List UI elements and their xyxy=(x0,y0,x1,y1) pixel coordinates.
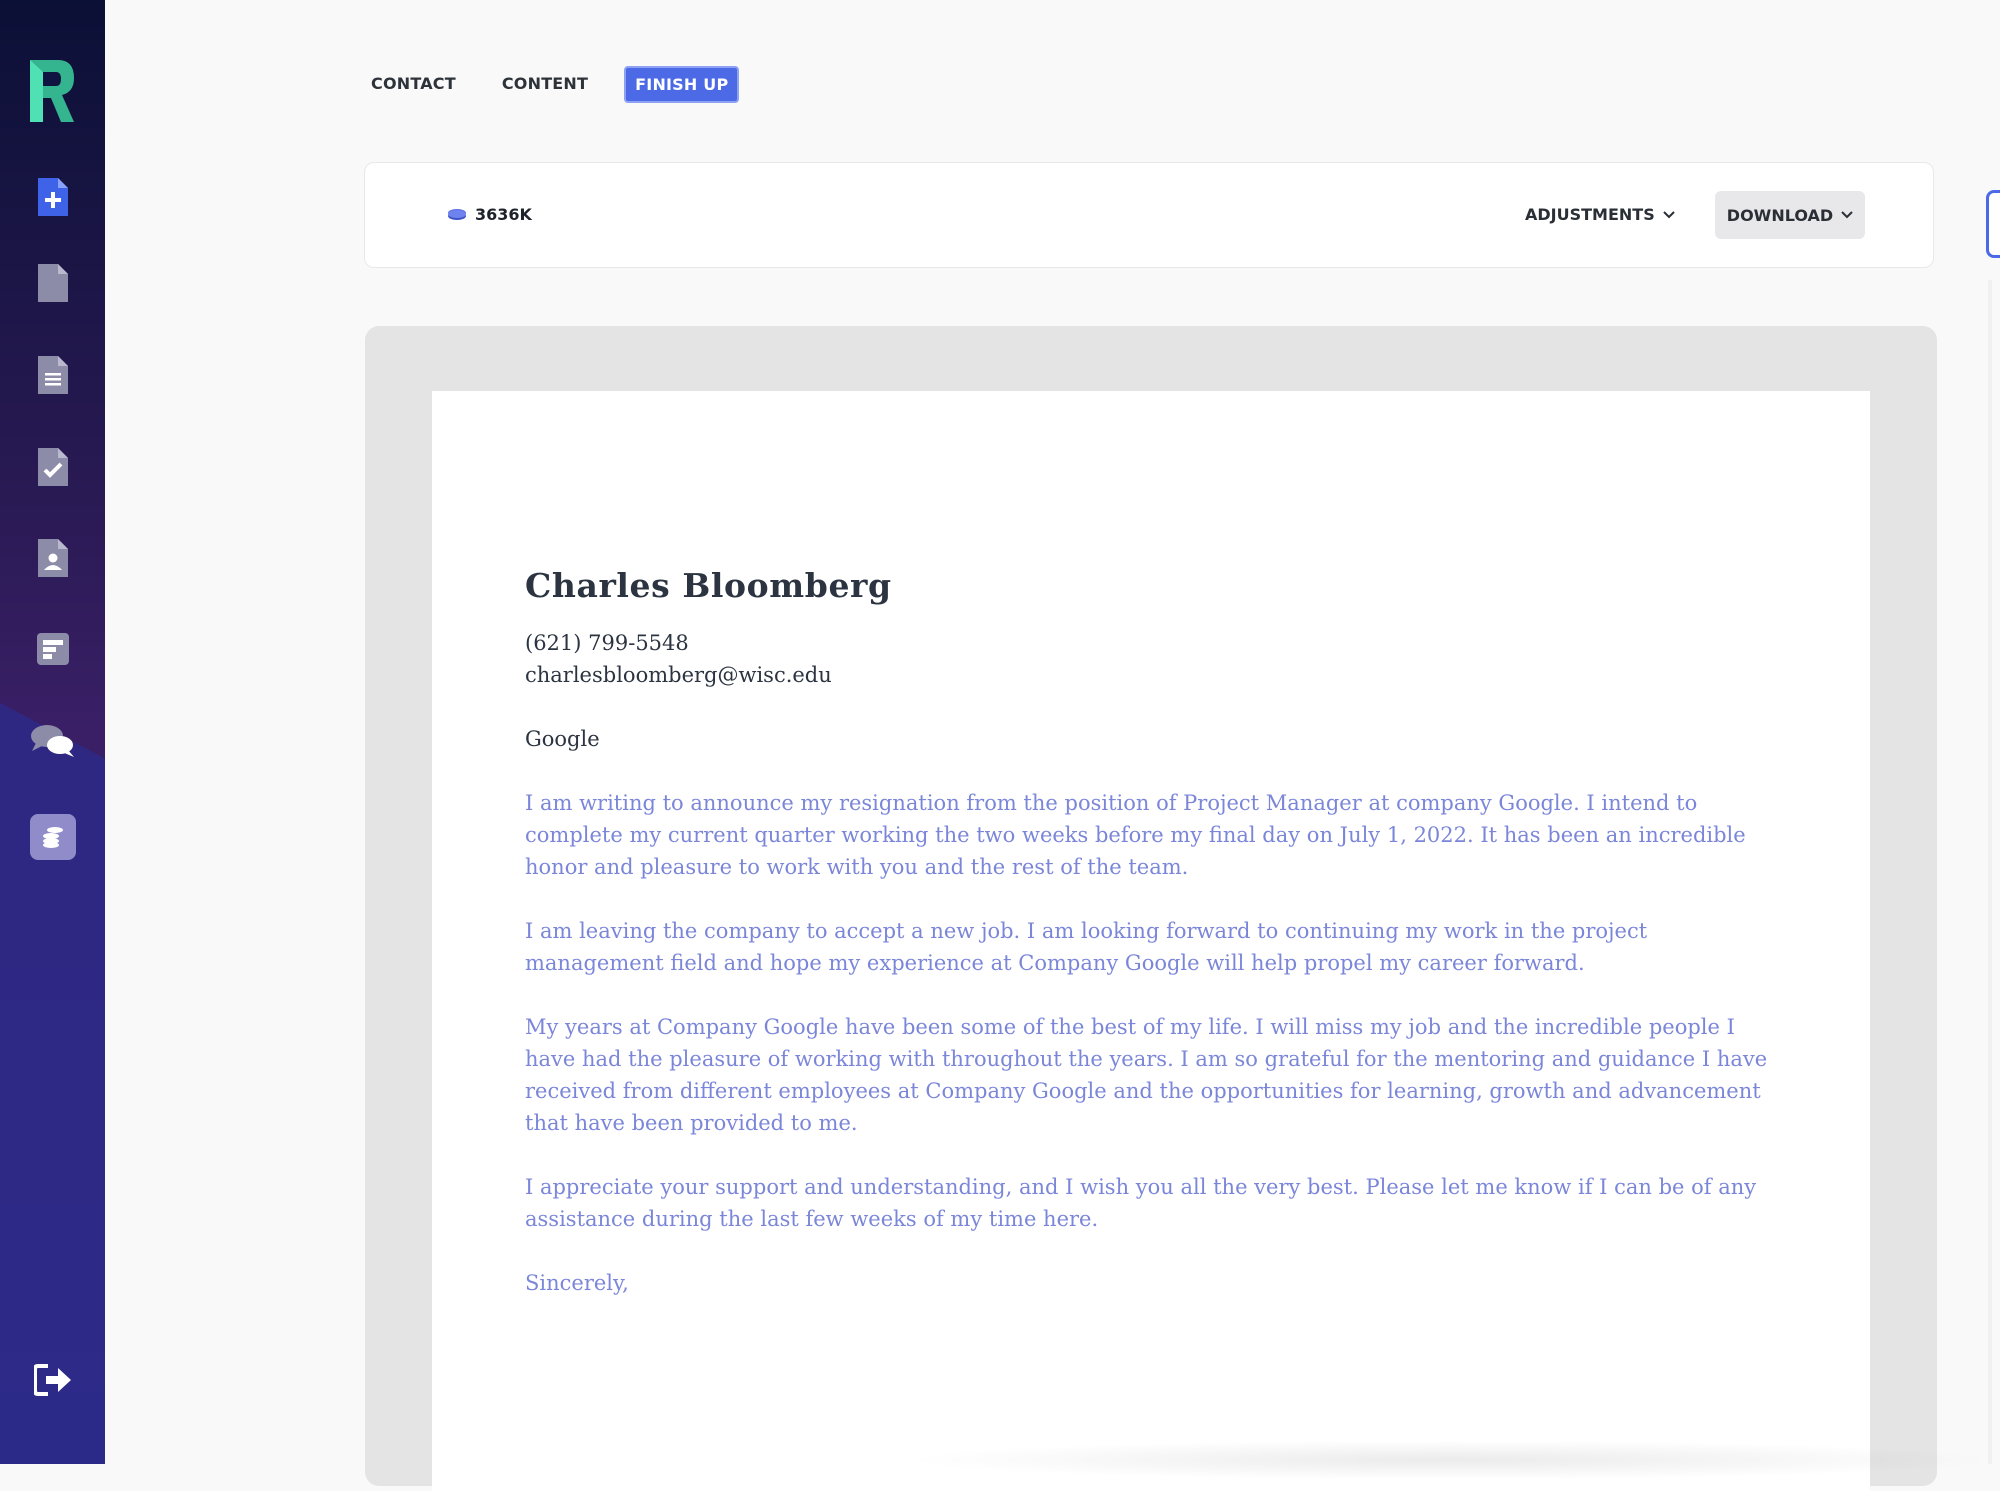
download-label: DOWNLOAD xyxy=(1726,205,1834,225)
document-check-icon[interactable] xyxy=(30,444,76,490)
sign-out-icon[interactable] xyxy=(30,1357,76,1403)
letter-paragraph[interactable]: I am writing to announce my resignation … xyxy=(525,787,1785,883)
tab-finish-up[interactable]: FINISH UP xyxy=(624,66,740,103)
credits-value: 3636K xyxy=(475,205,532,224)
adjustments-dropdown[interactable]: ADJUSTMENTS xyxy=(1525,205,1675,224)
letter-paragraph[interactable]: I appreciate your support and understand… xyxy=(525,1171,1785,1235)
chat-bubbles-icon[interactable] xyxy=(30,718,76,764)
new-document-icon[interactable] xyxy=(30,174,76,220)
letter-paragraph[interactable]: My years at Company Google have been som… xyxy=(525,1011,1785,1139)
toolbar: 3636K ADJUSTMENTS DOWNLOAD xyxy=(364,162,1934,268)
credits-balance: 3636K xyxy=(447,205,532,224)
document-user-icon[interactable] xyxy=(30,535,76,581)
document-lines-icon[interactable] xyxy=(30,352,76,398)
chevron-down-icon xyxy=(1841,211,1853,219)
download-button[interactable]: DOWNLOAD xyxy=(1715,191,1865,239)
coin-icon xyxy=(448,208,466,220)
letter-paragraph[interactable]: I am leaving the company to accept a new… xyxy=(525,915,1785,979)
sender-email: charlesbloomberg@wisc.edu xyxy=(525,663,832,687)
recipient-company: Google xyxy=(525,727,600,751)
floating-shadow xyxy=(900,1440,2000,1480)
sender-name: Charles Bloomberg xyxy=(525,566,892,605)
sender-phone: (621) 799-5548 xyxy=(525,631,689,655)
adjustments-label: ADJUSTMENTS xyxy=(1525,205,1655,224)
tab-content[interactable]: CONTENT xyxy=(492,66,598,103)
side-panel-tab[interactable] xyxy=(1986,190,2000,258)
step-tabs: CONTACT CONTENT FINISH UP xyxy=(361,66,765,103)
tab-contact[interactable]: CONTACT xyxy=(361,66,466,103)
coins-icon[interactable] xyxy=(30,814,76,860)
document-icon[interactable] xyxy=(30,260,76,306)
logo[interactable] xyxy=(28,58,76,124)
align-left-icon[interactable] xyxy=(30,626,76,672)
sidebar xyxy=(0,0,105,1464)
letter-closing[interactable]: Sincerely, xyxy=(525,1267,1785,1299)
cover-letter: Charles Bloomberg (621) 799-5548 charles… xyxy=(525,566,1785,1299)
side-panel-edge xyxy=(1988,280,1992,1464)
chevron-down-icon xyxy=(1663,210,1675,218)
